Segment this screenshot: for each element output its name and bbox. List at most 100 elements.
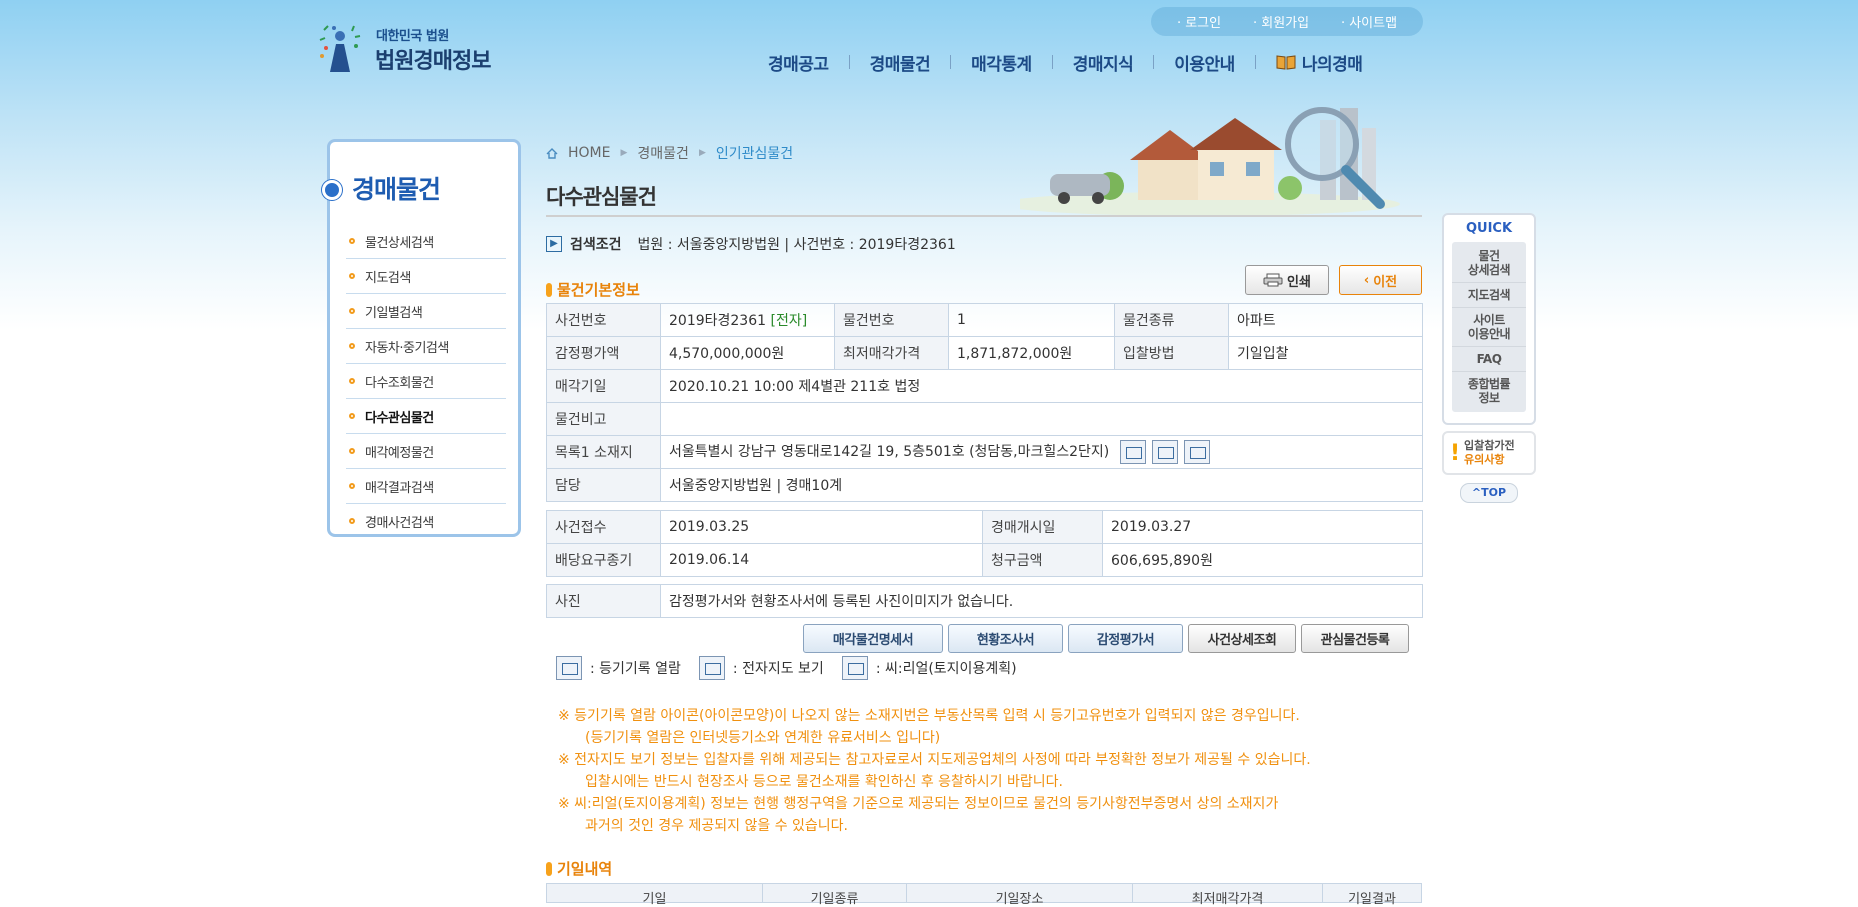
case-detail-label: 사건상세조회 — [1207, 633, 1277, 648]
sidebar-item-vehicle-search[interactable]: 자동차·중기검색 — [346, 329, 506, 364]
signup-link[interactable]: · 회원가입 — [1253, 12, 1309, 31]
item-type-value: 아파트 — [1228, 303, 1423, 337]
quick-item-site-guide[interactable]: 사이트 이용안내 — [1452, 308, 1526, 347]
court-auction-logo[interactable]: 대한민국 법원 법원경매정보 — [318, 22, 498, 74]
breadcrumb-arrow-icon: ▶ — [620, 148, 628, 158]
claim-label: 청구금액 — [982, 543, 1103, 577]
home-icon — [546, 147, 558, 159]
case-no-value: 2019타경2361 — [669, 313, 767, 329]
search-condition: ▶ 검색조건 법원 : 서울중앙지방법원 | 사건번호 : 2019타경2361 — [546, 234, 956, 254]
exclamation-icon: ! — [1450, 440, 1461, 466]
section-title-dates: 기일내역 — [546, 858, 612, 879]
dates-table-header: 기일 기일종류 기일장소 최저매각가격 기일결과 — [546, 883, 1422, 907]
sidebar-title-bullet — [322, 180, 342, 200]
quick-item-label: 사이트 이용안내 — [1467, 313, 1511, 341]
registry-view-icon[interactable] — [1119, 440, 1146, 464]
quick-item-label: 지도검색 — [1467, 288, 1511, 302]
table-row: 목록1 소재지 서울특별시 강남구 영동대로142길 19, 5층501호 (청… — [546, 435, 1423, 469]
sidebar-item-most-interested[interactable]: 다수관심물건 — [346, 399, 506, 434]
sale-date-value: 2020.10.21 10:00 제4별관 211호 법정 — [660, 369, 1423, 403]
photo-table: 사진 감정평가서와 현황조사서에 등록된 사진이미지가 없습니다. — [546, 584, 1423, 618]
sale-statement-button[interactable]: 매각물건명세서 — [803, 624, 943, 653]
e-map-icon[interactable] — [1151, 440, 1178, 464]
table-row: 매각기일 2020.10.21 10:00 제4별관 211호 법정 — [546, 369, 1423, 403]
quick-item-legal-info[interactable]: 종합법률 정보 — [1452, 372, 1526, 410]
add-interest-label: 관심물건등록 — [1320, 633, 1390, 648]
quick-item-label: 종합법률 정보 — [1467, 377, 1511, 405]
quick-item-detail-search[interactable]: 물건 상세검색 — [1452, 244, 1526, 283]
received-label: 사건접수 — [546, 510, 661, 544]
remarks-label: 물건비고 — [546, 402, 661, 436]
house-magnifier-illustration — [1020, 107, 1400, 216]
sidebar-item-most-viewed[interactable]: 다수조회물건 — [346, 364, 506, 399]
case-no-cell: 2019타경2361 [전자] — [660, 303, 835, 337]
breadcrumb-home[interactable]: HOME — [568, 145, 610, 161]
notice-text: ※ 등기기록 열람 아이콘(아이콘모양)이 나오지 않는 소재지번은 부동산목록… — [558, 705, 1311, 837]
sidebar-item-sale-results[interactable]: 매각결과검색 — [346, 469, 506, 504]
min-price-label: 최저매각가격 — [834, 336, 949, 370]
appraisal-value: 4,570,000,000원 — [660, 336, 835, 370]
quick-item-map-search[interactable]: 지도검색 — [1452, 283, 1526, 308]
notice-line: (등기기록 열람은 인터넷등기소와 연계한 유료서비스 입니다) — [585, 730, 941, 746]
logo-subtitle: 대한민국 법원 — [376, 29, 449, 44]
table-row: 감정평가액 4,570,000,000원 최저매각가격 1,871,872,00… — [546, 336, 1423, 370]
utility-bar: · 로그인 · 회원가입 · 사이트맵 — [1151, 7, 1423, 36]
quick-item-faq[interactable]: FAQ — [1452, 347, 1526, 372]
nav-usage-guide[interactable]: 이용안내 — [1154, 50, 1255, 75]
sidebar-list: 물건상세검색 지도검색 기일별검색 자동차·중기검색 다수조회물건 다수관심물건… — [346, 224, 506, 538]
add-interest-button[interactable]: 관심물건등록 — [1301, 624, 1409, 653]
dividend-value: 2019.06.14 — [660, 543, 983, 577]
search-condition-label: 검색조건 — [570, 237, 622, 253]
title-divider — [546, 215, 1422, 217]
dates-col-type: 기일종류 — [763, 884, 907, 907]
sidebar-title: 경매물건 — [352, 175, 441, 204]
address-label: 목록1 소재지 — [546, 435, 661, 469]
bidding-caution-banner[interactable]: ! 입찰참가전 유의사항 — [1442, 431, 1536, 475]
login-link[interactable]: · 로그인 — [1177, 12, 1221, 31]
address-value: 서울특별시 강남구 영동대로142길 19, 5층501호 (청담동,마크힐스2… — [669, 444, 1110, 460]
sidebar-item-detail-search[interactable]: 물건상세검색 — [346, 224, 506, 259]
land-use-plan-icon — [841, 656, 868, 680]
sitemap-link[interactable]: · 사이트맵 — [1341, 12, 1397, 31]
table-row: 배당요구종기 2019.06.14 청구금액 606,695,890원 — [546, 543, 1423, 577]
sidebar-item-map-search[interactable]: 지도검색 — [346, 259, 506, 294]
appraisal-report-label: 감정평가서 — [1096, 633, 1155, 648]
dates-col-place: 기일장소 — [907, 884, 1133, 907]
logo-title: 법원경매정보 — [375, 49, 491, 74]
nav-my-auction-label: 나의경매 — [1301, 54, 1363, 75]
status-report-button[interactable]: 현황조사서 — [948, 624, 1063, 653]
dates-col-date: 기일 — [547, 884, 763, 907]
appraisal-report-button[interactable]: 감정평가서 — [1068, 624, 1183, 653]
nav-auction-knowledge[interactable]: 경매지식 — [1053, 50, 1154, 75]
caution-text: 입찰참가전 유의사항 — [1464, 439, 1515, 467]
action-button-row: 매각물건명세서 현황조사서 감정평가서 사건상세조회 관심물건등록 — [803, 624, 1409, 653]
sidebar-menu: 경매물건 물건상세검색 지도검색 기일별검색 자동차·중기검색 다수조회물건 다… — [322, 139, 521, 538]
scroll-top-button[interactable]: ^TOP — [1460, 483, 1518, 503]
case-detail-button[interactable]: 사건상세조회 — [1188, 624, 1296, 653]
quick-list: 물건 상세검색 지도검색 사이트 이용안내 FAQ 종합법률 정보 — [1452, 242, 1526, 412]
remarks-value — [660, 402, 1423, 436]
print-button[interactable]: 인쇄 — [1245, 265, 1329, 295]
quick-menu: QUICK 물건 상세검색 지도검색 사이트 이용안내 FAQ 종합법률 정보 — [1442, 213, 1536, 425]
appraisal-label: 감정평가액 — [546, 336, 661, 370]
sidebar-item-date-search[interactable]: 기일별검색 — [346, 294, 506, 329]
table-row: 사건번호 2019타경2361 [전자] 물건번호 1 물건종류 아파트 — [546, 303, 1423, 337]
arrow-box-icon: ▶ — [546, 236, 562, 252]
nav-sale-stats[interactable]: 매각통계 — [951, 50, 1052, 75]
photo-value: 감정평가서와 현황조사서에 등록된 사진이미지가 없습니다. — [660, 584, 1423, 618]
breadcrumb-items[interactable]: 경매물건 — [637, 143, 689, 163]
sidebar-item-case-search[interactable]: 경매사건검색 — [346, 504, 506, 538]
nav-my-auction[interactable]: 나의경매 — [1256, 50, 1383, 75]
nav-auction-items[interactable]: 경매물건 — [850, 50, 951, 75]
prev-button[interactable]: ‹ 이전 — [1339, 265, 1422, 295]
item-no-label: 물건번호 — [834, 303, 949, 337]
dept-value: 서울중앙지방법원 | 경매10계 — [660, 468, 1423, 502]
search-condition-value: 법원 : 서울중앙지방법원 | 사건번호 : 2019타경2361 — [637, 237, 956, 253]
sidebar-item-scheduled-sale[interactable]: 매각예정물건 — [346, 434, 506, 469]
nav-auction-notice[interactable]: 경매공고 — [748, 50, 849, 75]
status-report-label: 현황조사서 — [976, 633, 1035, 648]
main-navigation: 경매공고 경매물건 매각통계 경매지식 이용안내 나의경매 — [748, 47, 1382, 77]
land-use-plan-icon[interactable] — [1183, 440, 1210, 464]
bid-method-value: 기일입찰 — [1228, 336, 1423, 370]
case-no-label: 사건번호 — [546, 303, 661, 337]
